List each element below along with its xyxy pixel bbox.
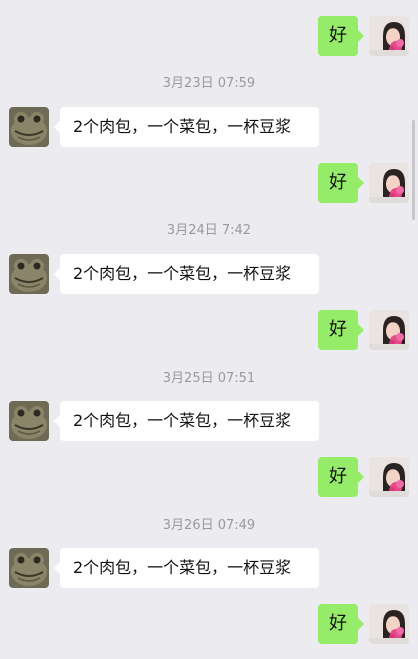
message-row-incoming: 2个肉包，一个菜包，一杯豆浆 (0, 401, 418, 441)
message-row-outgoing: 好 (0, 310, 418, 350)
timestamp: 3月26日 07:49 (162, 518, 256, 533)
woman-with-flowers-avatar[interactable] (369, 310, 409, 350)
message-row-outgoing: 好 (0, 604, 418, 644)
bubble-tail (358, 618, 364, 630)
woman-with-flowers-avatar[interactable] (369, 163, 409, 203)
incoming-message-bubble[interactable]: 2个肉包，一个菜包，一杯豆浆 (60, 254, 319, 294)
outgoing-message-bubble[interactable]: 好 (318, 604, 358, 644)
message-row-incoming: 2个肉包，一个菜包，一杯豆浆 (0, 548, 418, 588)
message-row-outgoing: 好 (0, 16, 418, 56)
bubble-tail (358, 30, 364, 42)
outgoing-message-bubble[interactable]: 好 (318, 457, 358, 497)
timestamp: 3月25日 07:51 (162, 371, 256, 386)
bubble-tail (358, 471, 364, 483)
message-row-outgoing: 好 (0, 457, 418, 497)
message-row-incoming: 2个肉包，一个菜包，一杯豆浆 (0, 107, 418, 147)
bubble-tail (358, 177, 364, 189)
timestamp: 3月23日 07:59 (162, 76, 256, 91)
incoming-message-bubble[interactable]: 2个肉包，一个菜包，一杯豆浆 (60, 401, 319, 441)
woman-with-flowers-avatar[interactable] (369, 457, 409, 497)
outgoing-message-bubble[interactable]: 好 (318, 16, 358, 56)
frog-avatar[interactable] (9, 401, 49, 441)
incoming-message-bubble[interactable]: 2个肉包，一个菜包，一杯豆浆 (60, 107, 319, 147)
outgoing-message-bubble[interactable]: 好 (318, 310, 358, 350)
frog-avatar[interactable] (9, 548, 49, 588)
scrollbar[interactable] (412, 120, 415, 220)
frog-avatar[interactable] (9, 107, 49, 147)
timestamp: 3月24日 7:42 (166, 223, 252, 238)
woman-with-flowers-avatar[interactable] (369, 16, 409, 56)
outgoing-message-bubble[interactable]: 好 (318, 163, 358, 203)
bubble-tail (358, 324, 364, 336)
frog-avatar[interactable] (9, 254, 49, 294)
chat-message-list[interactable]: 好 3月23日 07:59 2个肉包，一个菜包，一杯豆浆 好 3月24日 7:4… (0, 0, 418, 659)
message-row-incoming: 2个肉包，一个菜包，一杯豆浆 (0, 254, 418, 294)
message-row-outgoing: 好 (0, 163, 418, 203)
woman-with-flowers-avatar[interactable] (369, 604, 409, 644)
incoming-message-bubble[interactable]: 2个肉包，一个菜包，一杯豆浆 (60, 548, 319, 588)
